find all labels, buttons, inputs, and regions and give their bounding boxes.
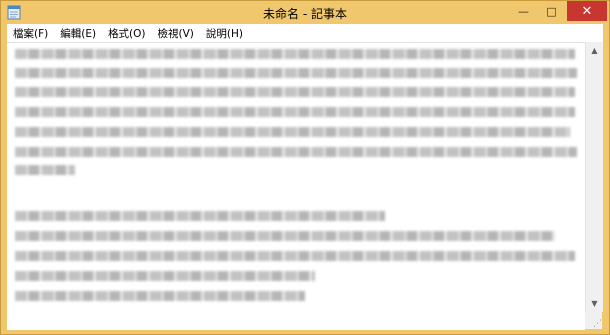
vertical-scrollbar[interactable]: ▲ ▼ (585, 42, 603, 312)
minimize-button[interactable]: — (511, 1, 536, 21)
blurred-text-line (15, 291, 305, 301)
blurred-text-line (15, 251, 575, 261)
blurred-text-line (15, 107, 575, 117)
blurred-text-line (15, 147, 577, 157)
resize-grip-icon[interactable]: ⋰ (585, 312, 602, 329)
blurred-text-line (15, 68, 577, 78)
blurred-text-line (15, 127, 570, 137)
scroll-down-icon[interactable]: ▼ (586, 295, 603, 312)
close-icon: ✕ (581, 3, 593, 19)
blurred-text-line (15, 165, 75, 175)
blurred-text-line (15, 49, 575, 59)
scroll-up-icon[interactable]: ▲ (586, 42, 603, 59)
menu-view[interactable]: 檢視(V) (152, 26, 200, 41)
maximize-icon: □ (546, 4, 557, 18)
menu-bar: 檔案(F) 編輯(E) 格式(O) 檢視(V) 說明(H) (7, 24, 603, 42)
blurred-text-line (15, 231, 555, 241)
blurred-text-line (15, 87, 575, 97)
close-button[interactable]: ✕ (567, 1, 607, 21)
menu-edit[interactable]: 編輯(E) (54, 26, 102, 41)
title-bar[interactable]: 未命名 - 記事本 — □ ✕ (1, 1, 609, 24)
maximize-button[interactable]: □ (539, 1, 564, 21)
menu-help[interactable]: 說明(H) (200, 26, 249, 41)
blurred-text-line (15, 211, 385, 221)
notepad-window: 未命名 - 記事本 — □ ✕ 檔案(F) 編輯(E) 格式(O) 檢視(V) … (0, 0, 610, 335)
menu-file[interactable]: 檔案(F) (7, 26, 54, 41)
blurred-text-line (15, 271, 315, 281)
text-editor-area[interactable] (7, 42, 585, 330)
minimize-icon: — (518, 4, 529, 18)
menu-format[interactable]: 格式(O) (102, 26, 151, 41)
